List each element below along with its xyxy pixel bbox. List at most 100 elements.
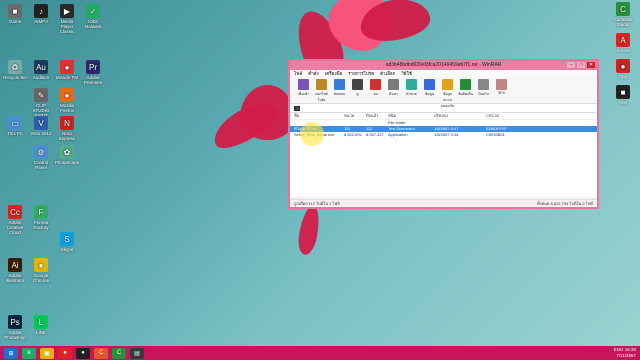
status-selected: ถูกเลือก 112 ไบต์ใน 1 ไฟล์ [294,201,340,206]
desktop-icon[interactable]: ● App [610,59,636,79]
sfx-button[interactable]: SFX [494,79,509,101]
file-list: ชื่อ ขนาด บีบแล้ว ชนิด ปรับปรุง CRC32 ..… [290,113,597,197]
desktop-icon[interactable]: ■ App [610,85,636,105]
table-row[interactable]: Setup_Plus_Serial.exe 8,822,592 8,947,32… [290,132,597,138]
col-packed[interactable]: บีบแล้ว [366,113,388,119]
taskbar-ie-icon[interactable]: e [22,347,36,359]
virusscan-icon [442,79,453,90]
aimp-icon: ♪ [34,4,48,18]
taskbar: ⊞ e ▣ ● ● C C ▤ ENG 16:20 7/11/2557 [0,346,640,360]
find-button[interactable]: ค้นหา [386,79,401,101]
desktop-icon[interactable]: ✎CLIP STUDIO PAINT [28,88,54,118]
desktop-icons-right: C Camtasia Studio A Adobe ● App ■ App [610,2,634,105]
miracle-icon: ● [60,60,74,74]
desktop-icon[interactable]: ▭ This PC [2,116,28,136]
protect-button[interactable]: ป้องกัน [476,79,491,101]
desktop-icon[interactable]: F Format Factory [28,205,54,230]
desktop-icon[interactable]: Ps Adobe Photoshop [2,315,28,340]
desktop-icon[interactable]: Au Audition [28,60,54,80]
control-panel-icon: ⚙ [34,145,48,159]
photoshop-icon: Ps [8,315,22,329]
desktop-icon[interactable]: S Skype [54,232,80,252]
col-size[interactable]: ขนาด [344,113,366,119]
line-icon: L [34,315,48,329]
system-tray[interactable]: ENG 16:20 7/11/2557 [614,347,636,359]
desktop-icon[interactable]: N Nero Express [54,116,80,141]
desktop-icon[interactable]: L LINE [28,315,54,335]
start-button[interactable]: ⊞ [4,347,18,359]
clock-time: 16:20 [624,347,636,352]
desktop-icon[interactable]: A Adobe [610,33,636,53]
wizard-button[interactable]: ตัวช่วย [404,79,419,101]
menu-tools[interactable]: เครื่องมือ [325,70,343,77]
desktop-icon[interactable]: ■ Game [2,4,28,24]
desktop-icon[interactable]: ● Miracle FM [54,60,80,80]
test-button[interactable]: ทดสอบ [332,79,347,101]
taskbar-app-icon[interactable]: ● [76,347,90,359]
status-total: ทั้งหมด 8,822,704 ไบต์ใน 2 ไฟล์ [536,201,593,206]
delete-button[interactable]: ลบ [368,79,383,101]
creative-cloud-icon: Cc [8,205,22,219]
info-button[interactable]: ข้อมูล [422,79,437,101]
desktop-icon[interactable]: ⚙ Control Panel [28,145,54,170]
nero-icon: N [60,116,74,130]
camtasia-icon: C [616,2,630,16]
extract-button[interactable]: แยกไฟล์ไปยัง [314,79,329,102]
add-button[interactable]: เพิ่มเข้า [296,79,311,101]
maximize-button[interactable]: □ [577,62,585,68]
desktop-icon[interactable]: C Camtasia Studio [610,2,636,27]
info-icon [424,79,435,90]
media-player-icon: ▶ [60,4,74,18]
desktop-icon[interactable]: ● Google Chrome [28,258,54,283]
chrome-icon: ● [34,258,48,272]
menu-help[interactable]: วิธีใช้ [401,70,412,77]
toolbar: เพิ่มเข้า แยกไฟล์ไปยัง ทดสอบ ดู ลบ ค้นหา… [290,77,597,108]
desktop-icon[interactable]: ♪ AIMP3 [28,4,54,24]
visio-icon: V [34,116,48,130]
view-button[interactable]: ดู [350,79,365,101]
col-crc[interactable]: CRC32 [486,113,526,119]
audition-icon: Au [34,60,48,74]
col-modified[interactable]: ปรับปรุง [434,113,486,119]
find-icon [388,79,399,90]
desktop-icon[interactable]: Pr Adobe Premiere [80,60,106,85]
taskbar-camtasia-recorder-icon[interactable]: C [94,347,108,359]
window-titlebar[interactable]: ad3b48bdbd639ef3fca20149459eb7f1.rar - W… [290,61,597,70]
menu-file[interactable]: ไฟล์ [294,70,302,77]
taskbar-explorer-icon[interactable]: ▣ [40,347,54,359]
minimize-button[interactable]: – [567,62,575,68]
virusscan-button[interactable]: ข้อมูลความปลอดภัย [440,79,455,108]
app-icon: ■ [616,85,630,99]
comment-icon [460,79,471,90]
desktop-icon[interactable]: Cc Adobe Creative Cloud [2,205,28,235]
delete-icon [370,79,381,90]
language-indicator[interactable]: ENG [614,347,624,352]
format-factory-icon: F [34,205,48,219]
desktop-icon[interactable]: ✓ IObit Malware [80,4,106,29]
view-icon [352,79,363,90]
desktop-icon[interactable]: ♻ Recycle Bin [2,60,28,80]
premiere-icon: Pr [86,60,100,74]
desktop-icon[interactable]: ▶ Media Player Classic [54,4,80,34]
protect-icon [478,79,489,90]
photoscape-icon: ✿ [60,145,74,159]
desktop-icons-left: ■ Game ♪ AIMP3 ▶ Media Player Classic ✓ IObi… [0,0,110,340]
menu-options[interactable]: ตัวเลือก [380,70,395,77]
desktop-icon[interactable]: ✿ PhotoScape [54,145,80,165]
taskbar-camtasia-icon[interactable]: C [112,347,126,359]
desktop-icon[interactable]: V Visio 2013 [28,116,54,136]
close-button[interactable]: ✕ [587,62,595,68]
up-folder-button[interactable]: ↑ [294,105,300,111]
desktop-icon[interactable]: ● Mozilla Firefox [54,88,80,113]
wizard-icon [406,79,417,90]
col-name[interactable]: ชื่อ [290,113,344,119]
comment-button[interactable]: ข้อคิดเห็น [458,79,473,101]
cursor-highlight [300,122,324,146]
adobe-icon: A [616,33,630,47]
menu-commands[interactable]: คำสั่ง [308,70,318,77]
taskbar-winrar-icon[interactable]: ▤ [130,347,144,359]
desktop-icon[interactable]: Ai Adobe Illustrator [2,258,28,283]
col-type[interactable]: ชนิด [388,113,434,119]
taskbar-chrome-icon[interactable]: ● [58,347,72,359]
menu-favorites[interactable]: รายการโปรด [348,70,374,77]
